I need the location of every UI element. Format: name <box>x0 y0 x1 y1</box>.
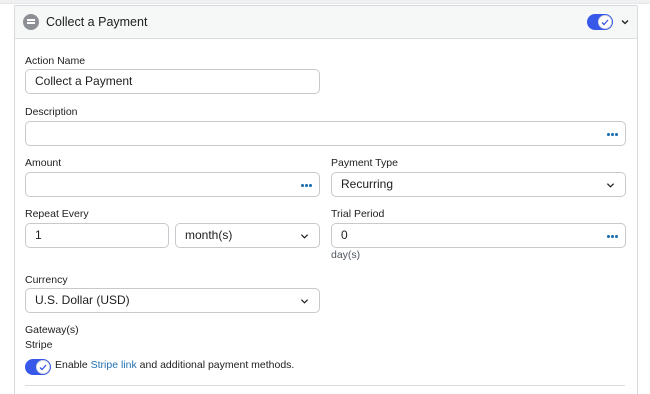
currency-label: Currency <box>25 274 68 286</box>
trial-period-value: 0 <box>341 228 348 242</box>
more-options-icon[interactable] <box>607 133 618 136</box>
action-name-label: Action Name <box>25 55 86 67</box>
divider <box>25 385 625 386</box>
currency-value: U.S. Dollar (USD) <box>35 293 130 307</box>
chevron-down-icon <box>300 299 309 304</box>
gateways-label: Gateway(s) <box>25 324 79 336</box>
repeat-every-input[interactable]: 1 <box>25 223 169 248</box>
payment-card-icon <box>23 14 39 30</box>
stripe-link-text-after: and additional payment methods. <box>139 359 295 371</box>
trial-period-input[interactable]: 0 <box>331 223 626 248</box>
payment-type-label: Payment Type <box>331 157 398 169</box>
stripe-link[interactable]: Stripe link <box>91 359 137 371</box>
action-panel: Collect a Payment <box>14 5 638 394</box>
payment-type-select[interactable]: Recurring <box>331 172 626 197</box>
amount-field[interactable] <box>25 172 320 197</box>
repeat-every-value: 1 <box>35 228 42 242</box>
panel-header[interactable]: Collect a Payment <box>15 6 637 39</box>
payment-type-value: Recurring <box>341 177 394 191</box>
amount-label: Amount <box>25 157 62 169</box>
currency-select[interactable]: U.S. Dollar (USD) <box>25 288 320 313</box>
stripe-link-toggle[interactable] <box>25 359 51 375</box>
stripe-link-description: Enable Stripe link and additional paymen… <box>55 359 294 371</box>
gateway-name: Stripe <box>25 339 53 351</box>
description-label: Description <box>25 106 78 118</box>
toggle-knob <box>36 360 50 374</box>
stripe-link-text-before: Enable <box>55 359 88 371</box>
repeat-every-label: Repeat Every <box>25 208 89 220</box>
action-enabled-toggle[interactable] <box>587 14 613 30</box>
panel-title: Collect a Payment <box>46 15 148 29</box>
trial-period-hint: day(s) <box>331 249 361 261</box>
repeat-unit-value: month(s) <box>185 228 233 242</box>
more-options-icon[interactable] <box>607 235 618 238</box>
description-field[interactable] <box>25 121 626 146</box>
chevron-down-icon <box>300 234 309 239</box>
check-icon <box>39 364 47 371</box>
check-icon <box>601 19 609 26</box>
action-name-value: Collect a Payment <box>35 74 133 88</box>
collapse-chevron-icon[interactable] <box>620 17 630 27</box>
action-name-field[interactable]: Collect a Payment <box>25 69 320 94</box>
trial-period-label: Trial Period <box>331 208 385 220</box>
chevron-down-icon <box>606 183 615 188</box>
top-edge <box>0 0 650 4</box>
repeat-unit-select[interactable]: month(s) <box>175 223 320 248</box>
more-options-icon[interactable] <box>301 184 312 187</box>
toggle-knob <box>598 15 612 29</box>
